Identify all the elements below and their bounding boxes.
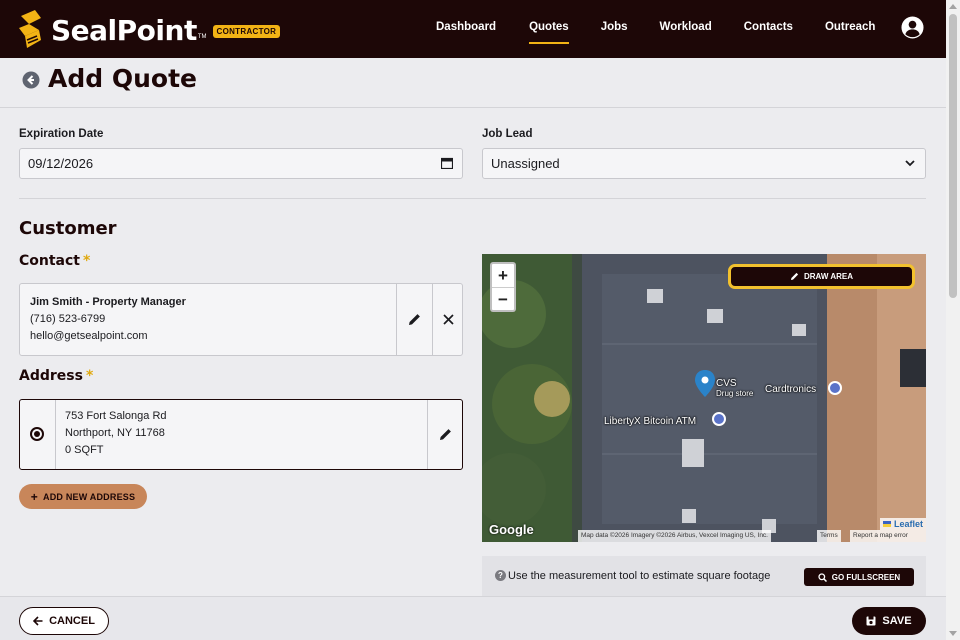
address-label: Address *	[19, 368, 94, 384]
map-label-cardtronics: Cardtronics	[765, 384, 817, 395]
nav-quotes[interactable]: Quotes	[529, 0, 569, 58]
address-line2: Northport, NY 11768	[65, 427, 165, 439]
map-zoom-control: + −	[490, 262, 516, 312]
measurement-info-bar: ? Use the measurement tool to estimate s…	[482, 556, 926, 596]
job-lead-select[interactable]: Unassigned	[482, 148, 926, 179]
cancel-label: CANCEL	[49, 615, 95, 627]
measurement-hint-text: Use the measurement tool to estimate squ…	[508, 570, 771, 582]
zoom-in-button[interactable]: +	[492, 264, 514, 287]
calendar-icon[interactable]	[441, 157, 453, 169]
sealpoint-logo-icon	[19, 10, 41, 48]
arrow-left-circle-icon[interactable]	[22, 71, 40, 89]
pencil-icon	[790, 272, 799, 280]
close-icon	[442, 314, 454, 325]
add-new-address-label: ADD NEW ADDRESS	[43, 491, 136, 502]
add-new-address-button[interactable]: + ADD NEW ADDRESS	[19, 484, 147, 509]
contact-email: hello@getsealpoint.com	[30, 330, 148, 342]
job-lead-label: Job Lead	[482, 128, 533, 140]
cancel-button[interactable]: CANCEL	[19, 607, 109, 635]
address-radio[interactable]	[30, 427, 44, 441]
chevron-down-icon	[905, 160, 915, 167]
nav-jobs[interactable]: Jobs	[601, 0, 628, 58]
customer-section-title: Customer	[19, 218, 117, 239]
arrow-left-icon	[33, 616, 43, 626]
draw-area-button[interactable]: DRAW AREA	[728, 264, 915, 289]
ukraine-flag-icon	[882, 521, 891, 527]
top-nav-bar: SealPoint TM CONTRACTOR Dashboard Quotes…	[0, 0, 946, 58]
leaflet-link[interactable]: Leaflet	[879, 518, 926, 530]
help-circle-icon: ?	[495, 570, 506, 581]
address-card-divider	[55, 400, 56, 469]
search-icon	[818, 572, 827, 582]
map-label-cvs: CVS	[716, 378, 737, 389]
draw-area-label: DRAW AREA	[803, 272, 854, 281]
main-nav: Dashboard Quotes Jobs Workload Contacts …	[436, 0, 875, 58]
remove-contact-button[interactable]	[432, 284, 463, 355]
contact-name: Jim Smith - Property Manager	[30, 296, 186, 308]
pencil-icon	[409, 314, 420, 325]
form-divider	[19, 198, 926, 199]
contact-card: Jim Smith - Property Manager (716) 523-6…	[19, 283, 463, 356]
bank-poi-icon[interactable]	[828, 381, 842, 395]
user-circle-icon[interactable]	[901, 16, 924, 39]
satellite-map[interactable]: + − DRAW AREA CVS Drug store Cardtronics…	[482, 254, 926, 542]
contact-phone: (716) 523-6799	[30, 313, 106, 325]
job-lead-value: Unassigned	[491, 156, 560, 171]
address-area: 0 SQFT	[65, 444, 104, 456]
pencil-icon	[439, 429, 451, 440]
brand-name: SealPoint	[51, 13, 197, 47]
nav-outreach[interactable]: Outreach	[825, 0, 876, 58]
map-label-cvs-sub: Drug store	[716, 389, 754, 398]
contact-label: Contact *	[19, 253, 91, 269]
nav-dashboard[interactable]: Dashboard	[436, 0, 496, 58]
page-header: Add Quote	[0, 58, 946, 108]
save-label: SAVE	[882, 615, 912, 627]
google-logo: Google	[489, 522, 534, 537]
map-report-error-link[interactable]: Report a map error	[850, 530, 926, 542]
brand-trademark: TM	[197, 34, 207, 40]
atm-poi-icon[interactable]	[712, 412, 726, 426]
form-footer: CANCEL SAVE	[0, 596, 946, 640]
go-fullscreen-label: GO FULLSCREEN	[831, 572, 901, 582]
scrollbar-thumb[interactable]	[949, 14, 957, 298]
nav-contacts[interactable]: Contacts	[744, 0, 793, 58]
expiration-date-input[interactable]: 09/12/2026	[19, 148, 463, 179]
brand-logo[interactable]: SealPoint TM CONTRACTOR	[17, 10, 281, 50]
scroll-down-arrow-icon[interactable]	[949, 631, 957, 636]
go-fullscreen-button[interactable]: GO FULLSCREEN	[804, 568, 914, 586]
expiration-date-value: 09/12/2026	[28, 156, 94, 171]
map-label-bitcoin-atm: LibertyX Bitcoin ATM	[604, 416, 697, 427]
brand-badge: CONTRACTOR	[212, 24, 281, 38]
required-mark: *	[83, 253, 91, 269]
save-button[interactable]: SAVE	[852, 607, 926, 635]
plus-icon: +	[30, 489, 39, 504]
edit-address-button[interactable]	[427, 400, 462, 469]
zoom-out-button[interactable]: −	[492, 288, 514, 311]
floppy-disk-icon	[866, 616, 876, 626]
required-mark: *	[85, 368, 94, 384]
address-line1: 753 Fort Salonga Rd	[65, 410, 167, 422]
nav-workload[interactable]: Workload	[660, 0, 712, 58]
page-scrollbar[interactable]	[946, 0, 960, 640]
page-title: Add Quote	[48, 64, 197, 93]
edit-contact-button[interactable]	[396, 284, 432, 355]
map-terms-link[interactable]: Terms	[817, 530, 841, 542]
map-attribution: Map data ©2026 Imagery ©2026 Airbus, Vex…	[578, 530, 771, 542]
scroll-up-arrow-icon[interactable]	[949, 4, 957, 9]
expiration-date-label: Expiration Date	[19, 128, 104, 140]
map-imagery	[482, 254, 926, 542]
address-card[interactable]: 753 Fort Salonga Rd Northport, NY 11768 …	[19, 399, 463, 470]
